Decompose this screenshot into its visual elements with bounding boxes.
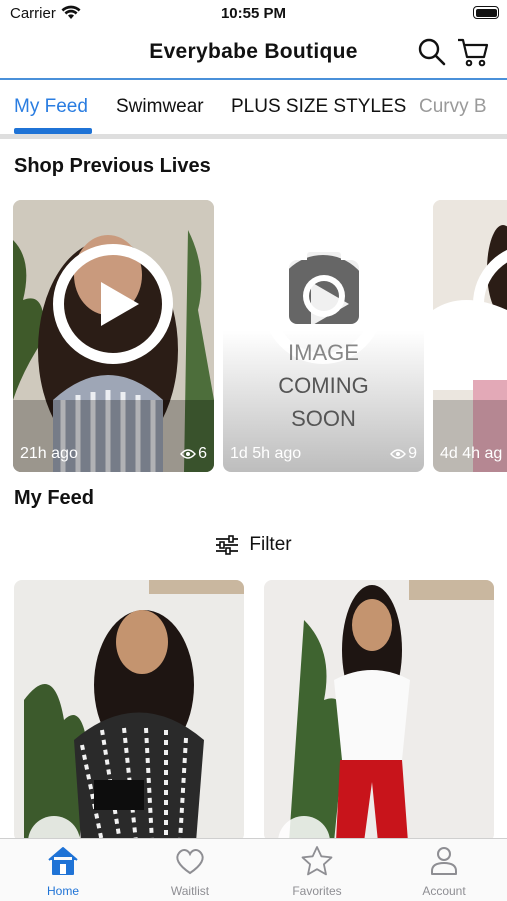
tabbar-waitlist[interactable]: Waitlist: [127, 839, 253, 901]
view-count: 9: [408, 445, 417, 462]
tabs-divider: [0, 134, 507, 139]
live-card[interactable]: 21h ago 6: [13, 200, 214, 472]
product-card[interactable]: [264, 580, 494, 842]
tab-swimwear[interactable]: Swimwear: [116, 96, 204, 118]
live-views: 9: [390, 445, 417, 463]
filter-label: Filter: [249, 534, 292, 555]
placeholder-line: IMAGE: [288, 340, 359, 365]
live-views: 6: [180, 445, 207, 463]
eye-icon: [180, 449, 197, 459]
tab-my-feed[interactable]: My Feed: [14, 96, 88, 118]
battery-icon: [473, 6, 499, 19]
live-time: 4d 4h ag: [440, 445, 503, 462]
image-placeholder-text: IMAGE COMING SOON: [223, 336, 424, 435]
person-icon: [381, 845, 507, 882]
star-icon: [254, 845, 380, 882]
product-card[interactable]: [14, 580, 244, 842]
placeholder-line: COMING: [278, 373, 369, 398]
live-time: 1d 5h ago: [230, 445, 302, 462]
app-header: Everybabe Boutique: [0, 28, 507, 78]
tabbar-label: Favorites: [292, 884, 342, 898]
eye-icon: [390, 449, 407, 459]
tab-plus-size-styles[interactable]: PLUS SIZE STYLES: [231, 96, 406, 118]
filter-icon: [216, 535, 239, 555]
play-icon: [311, 282, 349, 326]
section-title-previous-lives: Shop Previous Lives: [14, 155, 211, 177]
tabbar-home[interactable]: Home: [0, 839, 126, 901]
heart-icon: [127, 845, 253, 882]
clock: 10:55 PM: [220, 5, 287, 22]
tabbar-label: Home: [46, 884, 79, 898]
tabbar-account[interactable]: Account: [381, 839, 507, 901]
category-tabs: My Feed Swimwear PLUS SIZE STYLES Curvy …: [0, 80, 507, 136]
tabbar-label: Account: [422, 884, 466, 898]
tab-curvy[interactable]: Curvy B: [419, 96, 487, 118]
live-card[interactable]: 4d 4h ag: [433, 200, 507, 472]
product-image: [264, 580, 494, 842]
live-time: 21h ago: [20, 445, 78, 462]
product-image: [14, 580, 244, 842]
tabbar-favorites[interactable]: Favorites: [254, 839, 380, 901]
bottom-tab-bar: Home Waitlist Favorites Account: [0, 838, 507, 901]
play-icon: [101, 282, 139, 326]
search-icon[interactable]: [417, 37, 447, 72]
status-bar: Carrier 10:55 PM: [0, 0, 507, 28]
view-count: 6: [198, 445, 207, 462]
section-title-my-feed: My Feed: [14, 487, 95, 509]
placeholder-line: SOON: [291, 406, 356, 431]
cart-icon[interactable]: [456, 36, 490, 73]
live-card[interactable]: IMAGE COMING SOON 1d 5h ago 9: [223, 200, 424, 472]
tabbar-label: Waitlist: [170, 884, 210, 898]
filter-button[interactable]: Filter: [0, 534, 507, 561]
home-icon: [0, 845, 126, 882]
